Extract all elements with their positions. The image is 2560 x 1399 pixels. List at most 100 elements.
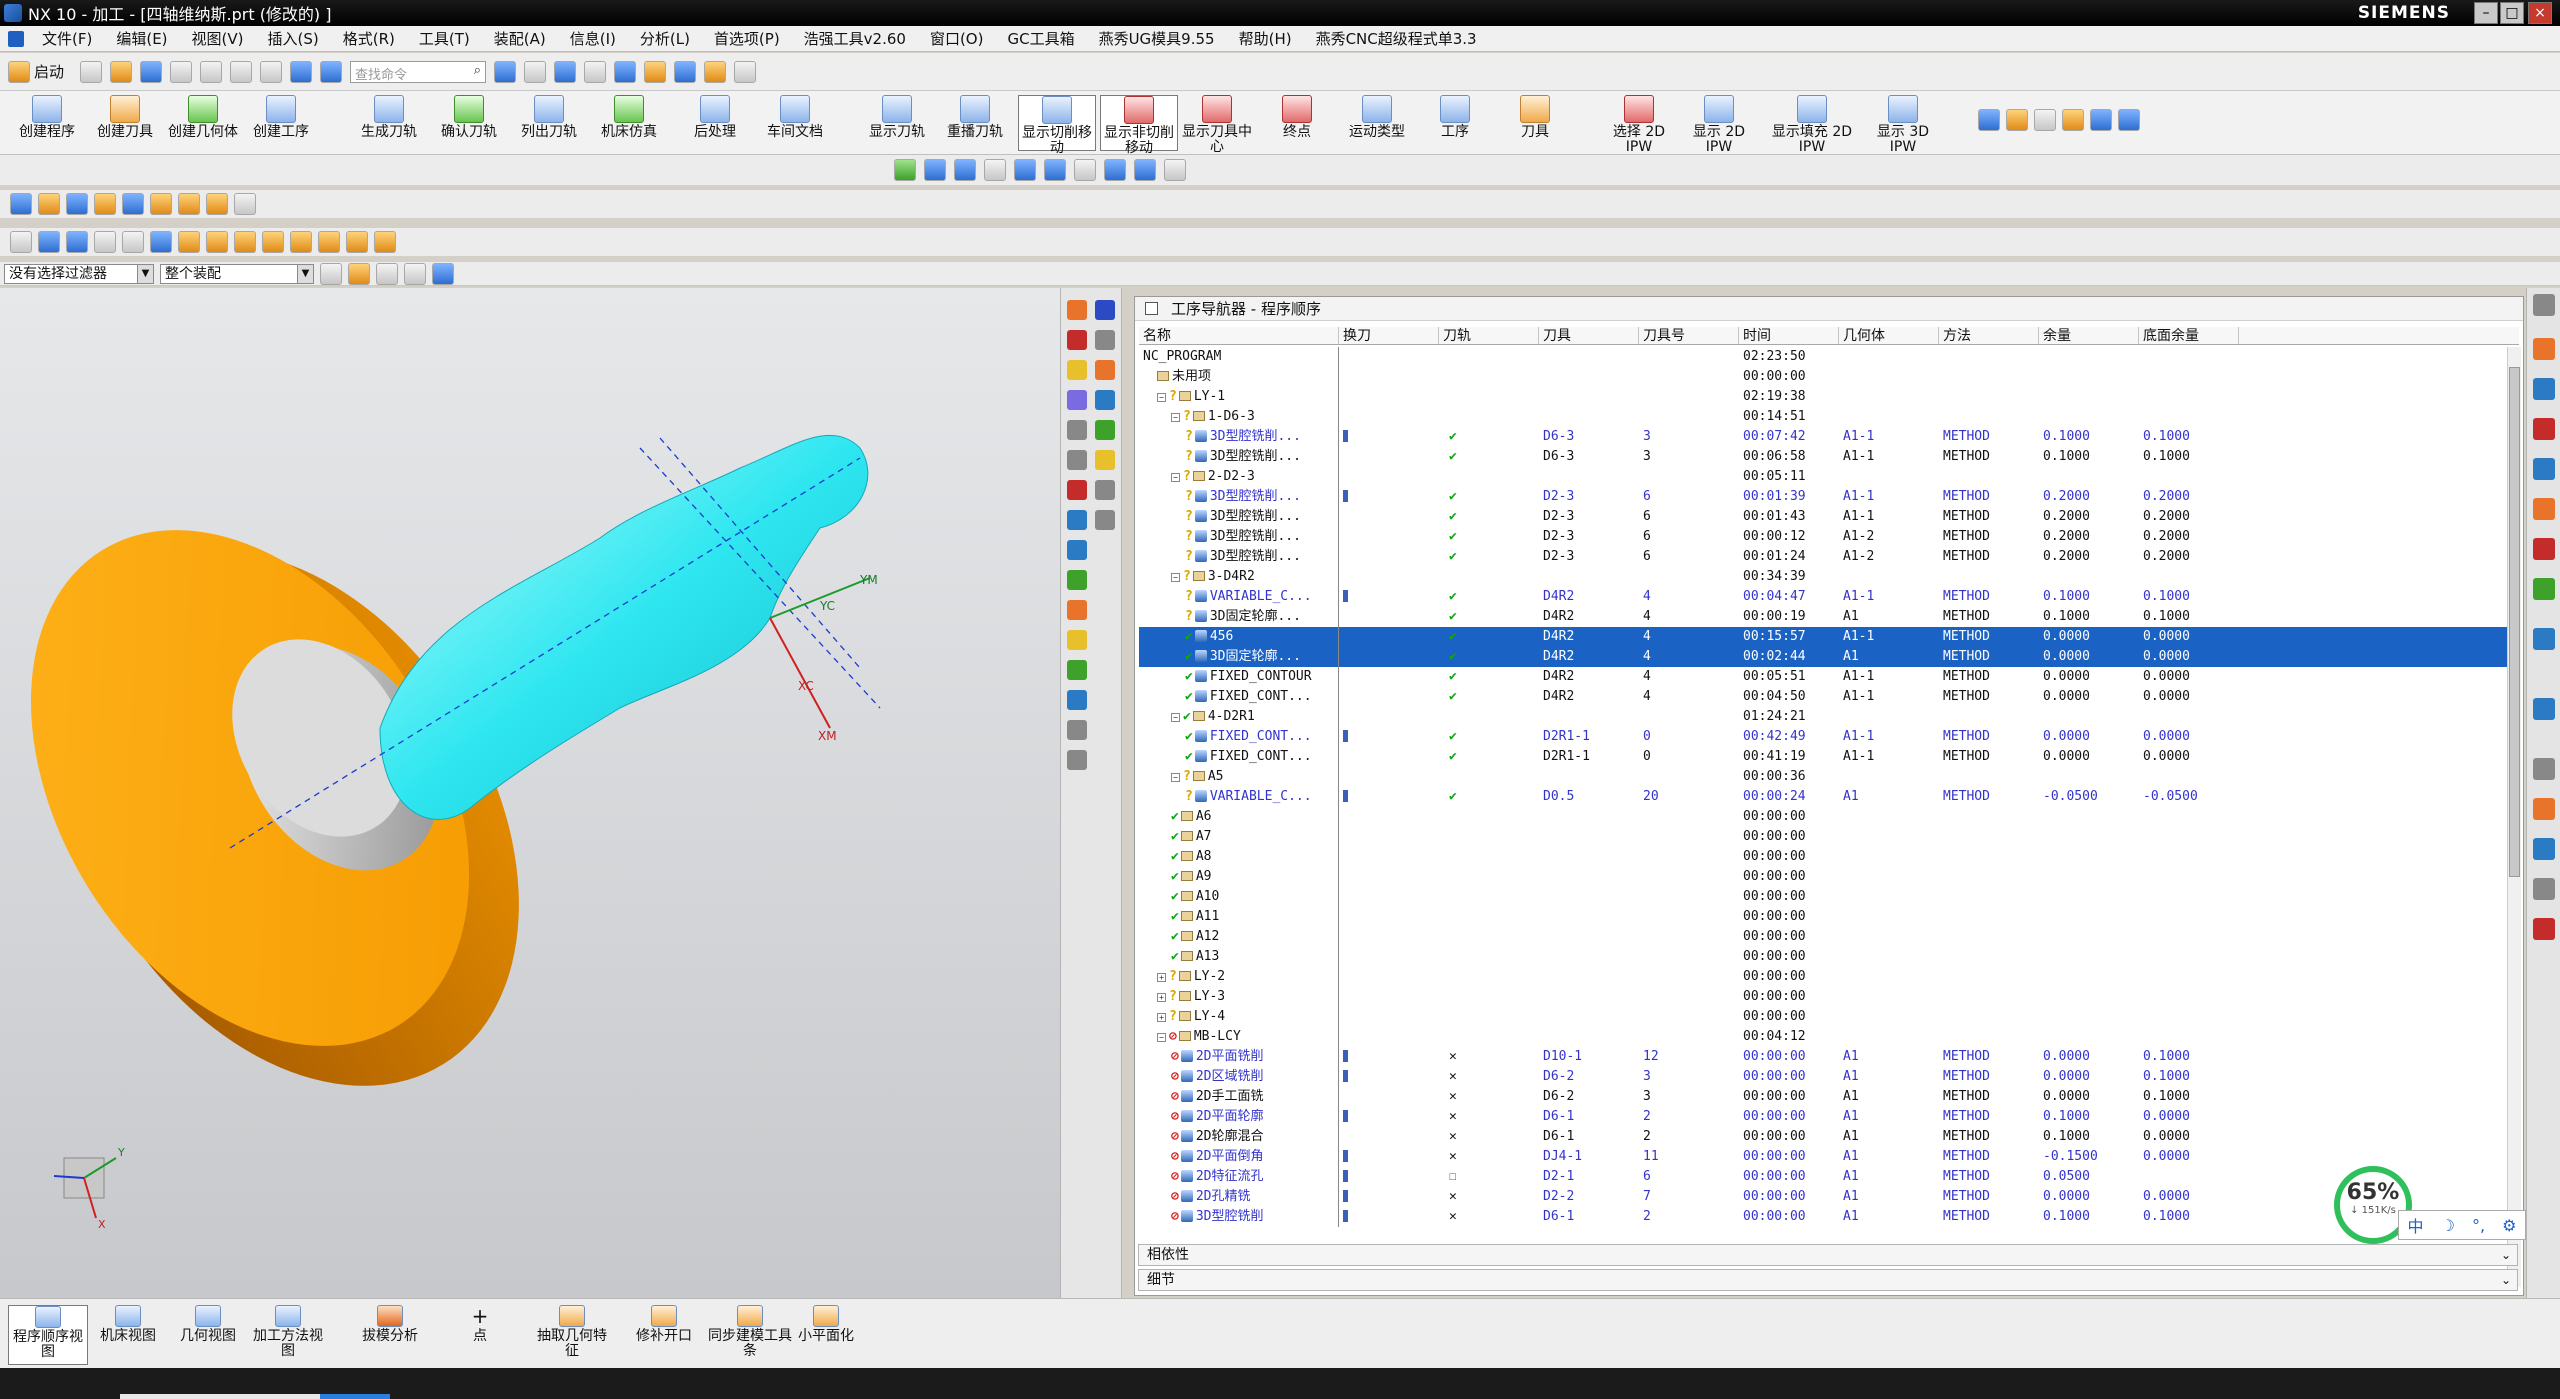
punctuation-icon[interactable]: °, bbox=[2472, 1216, 2485, 1235]
row-name-cell[interactable]: − ✔ 4-D2R1 bbox=[1139, 707, 1339, 727]
measure-tool-icon[interactable] bbox=[1067, 720, 1087, 740]
reuse-library-icon[interactable] bbox=[1067, 390, 1087, 410]
target-icon[interactable] bbox=[1095, 480, 1115, 500]
row-name-cell[interactable]: ? 3D型腔铣削... bbox=[1139, 427, 1339, 447]
row-name-cell[interactable]: ? 3D型腔铣削... bbox=[1139, 487, 1339, 507]
block-icon[interactable] bbox=[10, 231, 32, 253]
navigator-row[interactable]: ⊘ 2D特征流孔 ☐ D2-1 6 00:00:00 A1 METHOD 0.0500 bbox=[1139, 1167, 2517, 1187]
row-name-cell[interactable]: ? VARIABLE_C... bbox=[1139, 787, 1339, 807]
row-name-cell[interactable]: ? 3D型腔铣削... bbox=[1139, 527, 1339, 547]
toolpath-delete-icon[interactable] bbox=[984, 159, 1006, 181]
row-name-cell[interactable]: ✔ A7 bbox=[1139, 827, 1339, 847]
col-cutter[interactable]: 刀具 bbox=[1539, 327, 1639, 344]
lines3-icon[interactable] bbox=[290, 231, 312, 253]
dimension-icon[interactable] bbox=[734, 60, 757, 83]
list-icon[interactable] bbox=[2034, 109, 2056, 131]
navigator-row[interactable]: ✔ FIXED_CONTOUR ✔ D4R2 4 00:05:51 A1-1 METHOD 0.… bbox=[1139, 667, 2517, 687]
graphics-window[interactable]: YM YC XC XM Y X bbox=[0, 288, 1060, 1298]
row-name-cell[interactable]: −? A5 bbox=[1139, 767, 1339, 787]
display-toolpath-button[interactable]: 显示刀轨 bbox=[858, 95, 936, 140]
replay-toolpath-button[interactable]: 重播刀轨 bbox=[936, 95, 1014, 140]
program-order-view-button[interactable]: 程序顺序视图 bbox=[8, 1305, 88, 1365]
collapse-icon[interactable]: − bbox=[1157, 1033, 1166, 1042]
col-name[interactable]: 名称 bbox=[1139, 327, 1339, 344]
show-filled-2d-ipw-button[interactable]: 显示填充 2D IPW bbox=[1770, 95, 1854, 155]
right-tool-1-icon[interactable] bbox=[2533, 338, 2555, 360]
menu-analysis[interactable]: 分析(L) bbox=[628, 28, 702, 49]
row-name-cell[interactable]: −? 1-D6-3 bbox=[1139, 407, 1339, 427]
cut-icon-2[interactable] bbox=[1104, 159, 1126, 181]
panel-checkbox-icon[interactable] bbox=[1145, 302, 1158, 315]
sync-modeling-button[interactable]: 同步建模工具条 bbox=[704, 1305, 796, 1359]
menu-preferences[interactable]: 首选项(P) bbox=[702, 28, 792, 49]
navigator-row[interactable]: −? LY-1 02:19:38 bbox=[1139, 387, 2517, 407]
program-order-icon[interactable] bbox=[1095, 300, 1115, 320]
patch-opening-button[interactable]: 修补开口 bbox=[624, 1305, 704, 1344]
moon-icon[interactable]: ☽ bbox=[2441, 1216, 2455, 1235]
row-name-cell[interactable]: NC_PROGRAM bbox=[1139, 347, 1339, 367]
layer-settings-icon[interactable] bbox=[1067, 630, 1087, 650]
extract-geometry-button[interactable]: 抽取几何特征 bbox=[532, 1305, 612, 1359]
navigator-row[interactable]: ✔ A8 00:00:00 bbox=[1139, 847, 2517, 867]
row-name-cell[interactable]: 未用项 bbox=[1139, 367, 1339, 387]
verify-toolpath-button[interactable]: 确认刀轨 bbox=[430, 95, 508, 140]
lines-icon[interactable] bbox=[234, 231, 256, 253]
navigator-row[interactable]: ✔ A7 00:00:00 bbox=[1139, 827, 2517, 847]
navigator-row[interactable]: ? 3D型腔铣削... ✔ D2-3 6 00:01:24 A1-2 METHOD 0.2000… bbox=[1139, 547, 2517, 567]
navigator-row[interactable]: − ✔ 4-D2R1 01:24:21 bbox=[1139, 707, 2517, 727]
navigator-row[interactable]: ✔ A12 00:00:00 bbox=[1139, 927, 2517, 947]
collapse-icon[interactable]: − bbox=[1171, 773, 1180, 782]
filter-icon[interactable] bbox=[320, 262, 342, 285]
row-name-cell[interactable]: ✔ A8 bbox=[1139, 847, 1339, 867]
navigator-row[interactable]: +? LY-2 00:00:00 bbox=[1139, 967, 2517, 987]
right-tool-12-icon[interactable] bbox=[2533, 838, 2555, 860]
row-name-cell[interactable]: ⊘ 2D孔精铣 bbox=[1139, 1187, 1339, 1207]
toolpath-edit-icon[interactable] bbox=[924, 159, 946, 181]
menu-insert[interactable]: 插入(S) bbox=[256, 28, 331, 49]
navigator-row[interactable]: 未用项 00:00:00 bbox=[1139, 367, 2517, 387]
lines5-icon[interactable] bbox=[346, 231, 368, 253]
menu-info[interactable]: 信息(I) bbox=[558, 28, 628, 49]
col-toolpath[interactable]: 刀轨 bbox=[1439, 327, 1539, 344]
col-stock[interactable]: 余量 bbox=[2039, 327, 2139, 344]
template-icon[interactable] bbox=[2062, 109, 2084, 131]
select-2d-ipw-button[interactable]: 选择 2D IPW bbox=[1600, 95, 1678, 155]
row-name-cell[interactable]: ✔ A6 bbox=[1139, 807, 1339, 827]
measure-icon[interactable] bbox=[674, 60, 697, 83]
navigator-row[interactable]: −? A5 00:00:36 bbox=[1139, 767, 2517, 787]
undo-icon[interactable] bbox=[290, 60, 313, 83]
row-name-cell[interactable]: ⊘ 2D区域铣削 bbox=[1139, 1067, 1339, 1087]
navigator-row[interactable]: ⊘ 2D轮廓混合 ✕ D6-1 2 00:00:00 A1 METHOD 0.1000 0.000… bbox=[1139, 1127, 2517, 1147]
row-name-cell[interactable]: ? 3D型腔铣削... bbox=[1139, 507, 1339, 527]
settings-icon[interactable] bbox=[2533, 294, 2555, 316]
create-operation-button[interactable]: 创建工序 bbox=[242, 95, 320, 140]
shop-docs-button[interactable]: 车间文档 bbox=[756, 95, 834, 140]
col-floor-stock[interactable]: 底面余量 bbox=[2139, 327, 2239, 344]
lines4-icon[interactable] bbox=[318, 231, 340, 253]
navigator-scrollbar[interactable] bbox=[2507, 347, 2521, 1287]
navigator-row[interactable]: ✔ FIXED_CONT... ✔ D2R1-1 0 00:42:49 A1-1 METHOD… bbox=[1139, 727, 2517, 747]
delete-icon[interactable] bbox=[260, 60, 283, 83]
gear-icon[interactable]: ⚙ bbox=[2502, 1216, 2516, 1235]
row-name-cell[interactable]: +? LY-2 bbox=[1139, 967, 1339, 987]
command-search-input[interactable]: 查找命令 ⌕ bbox=[350, 60, 487, 83]
navigator-row[interactable]: ✔ A11 00:00:00 bbox=[1139, 907, 2517, 927]
menu-edit[interactable]: 编辑(E) bbox=[104, 28, 179, 49]
col-geometry[interactable]: 几何体 bbox=[1839, 327, 1939, 344]
snap-point-icon[interactable] bbox=[404, 262, 426, 285]
toolpath-filter-icon[interactable] bbox=[954, 159, 976, 181]
constraint-navigator-icon[interactable] bbox=[1067, 330, 1087, 350]
paste-icon-2[interactable] bbox=[1164, 159, 1186, 181]
expand-icon[interactable]: + bbox=[1157, 1013, 1166, 1022]
navigator-row[interactable]: ⊘ 2D区域铣削 ✕ D6-2 3 00:00:00 A1 METHOD 0.0000 0.100… bbox=[1139, 1067, 2517, 1087]
arrow-up-icon[interactable] bbox=[178, 231, 200, 253]
ime-mode[interactable]: 中 bbox=[2408, 1213, 2424, 1237]
table-icon[interactable] bbox=[2118, 109, 2140, 131]
navigator-row[interactable]: ? VARIABLE_C... ✔ D4R2 4 00:04:47 A1-1 METHOD 0.… bbox=[1139, 587, 2517, 607]
row-name-cell[interactable]: − ⊘ MB-LCY bbox=[1139, 1027, 1339, 1047]
maximize-button[interactable]: □ bbox=[2500, 2, 2524, 24]
row-name-cell[interactable]: ? 3D固定轮廓... bbox=[1139, 607, 1339, 627]
more-icon[interactable] bbox=[234, 193, 256, 215]
right-tool-3-icon[interactable] bbox=[2533, 418, 2555, 440]
navigator-row[interactable]: ✔ 3D固定轮廓... ✔ D4R2 4 00:02:44 A1 METHOD 0.0000 0.… bbox=[1139, 647, 2517, 667]
